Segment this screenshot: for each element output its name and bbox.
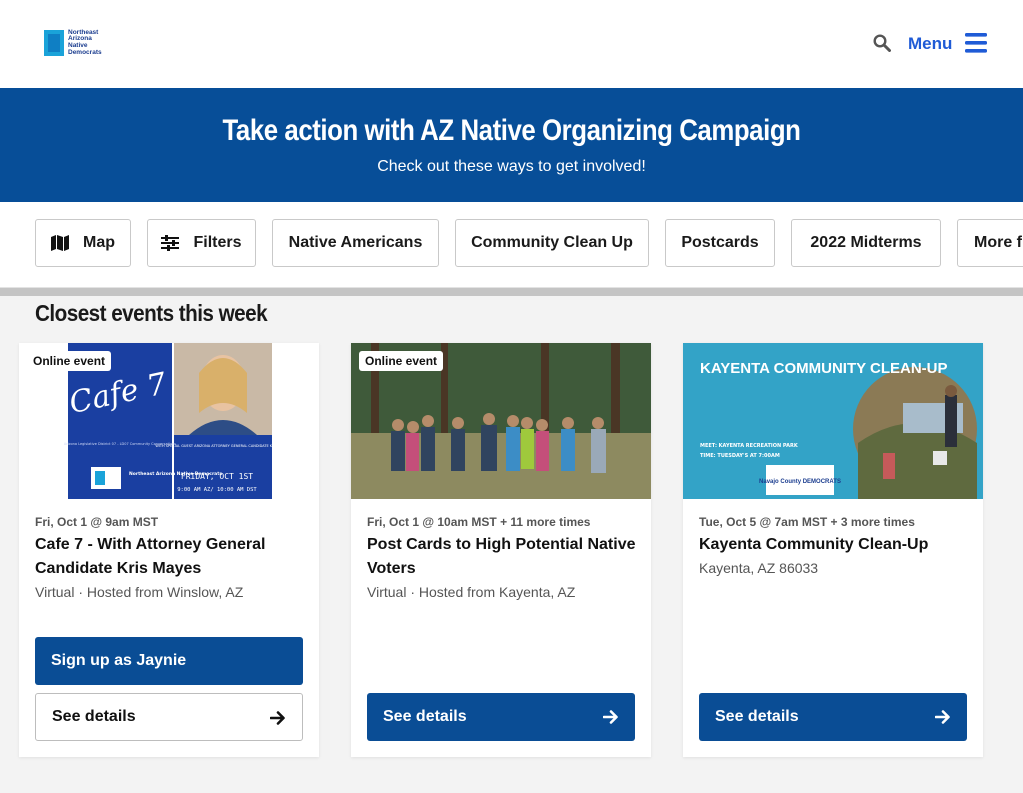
filters-button[interactable]: Filters <box>147 219 256 267</box>
see-details-button[interactable]: See details <box>35 693 303 741</box>
event-image[interactable]: Cafe 7 Arizona Legislative District 07 -… <box>19 343 319 499</box>
event-image[interactable]: Online event <box>351 343 651 499</box>
filter-bar: Map Filters Native Americans Community C… <box>0 202 1023 288</box>
online-event-badge: Online event <box>359 351 444 371</box>
svg-text:TIME: TUESDAY'S AT 7:00AM: TIME: TUESDAY'S AT 7:00AM <box>700 453 780 459</box>
map-button[interactable]: Map <box>35 219 131 267</box>
event-card[interactable]: KAYENTA COMMUNITY CLEAN-UP MEET: KAYENTA… <box>683 343 983 757</box>
org-logo[interactable]: Northeast Arizona Native Democrats <box>44 29 110 57</box>
event-date: Fri, Oct 1 @ 9am MST <box>35 515 159 529</box>
arizona-logo-icon <box>44 30 64 56</box>
map-icon <box>51 235 69 251</box>
arrow-right-icon <box>935 710 950 724</box>
section-divider <box>0 288 1023 296</box>
event-date: Fri, Oct 1 @ 10am MST + 11 more times <box>367 515 591 529</box>
top-nav: Northeast Arizona Native Democrats Menu <box>0 0 1023 88</box>
svg-text:Navajo County DEMOCRATS: Navajo County DEMOCRATS <box>759 479 841 485</box>
filter-chip-community-clean-up[interactable]: Community Clean Up <box>455 219 649 267</box>
svg-text:MEET: KAYENTA RECREATION PARK: MEET: KAYENTA RECREATION PARK <box>700 443 799 449</box>
filter-chip-more[interactable]: More f <box>957 219 1023 267</box>
event-image[interactable]: KAYENTA COMMUNITY CLEAN-UP MEET: KAYENTA… <box>683 343 983 499</box>
event-date: Tue, Oct 5 @ 7am MST + 3 more times <box>699 515 915 529</box>
svg-text:FRIDAY, OCT 1ST: FRIDAY, OCT 1ST <box>181 472 253 481</box>
event-card[interactable]: Online event Fri, Oct 1 @ 10am MST + 11 … <box>351 343 651 757</box>
event-location: Virtual · Hosted from Kayenta, AZ <box>367 584 576 600</box>
event-location: Virtual · Hosted from Winslow, AZ <box>35 584 244 600</box>
banner-title: Take action with AZ Native Organizing Ca… <box>222 114 801 147</box>
sliders-icon <box>161 235 180 251</box>
arrow-right-icon <box>270 711 285 725</box>
banner-subtitle: Check out these ways to get involved! <box>377 158 646 175</box>
online-event-badge: Online event <box>27 351 112 371</box>
event-title[interactable]: Cafe 7 - With Attorney General Candidate… <box>35 533 305 581</box>
search-icon[interactable] <box>873 34 893 54</box>
menu-link[interactable]: Menu <box>908 34 952 54</box>
arrow-right-icon <box>603 710 618 724</box>
event-title[interactable]: Post Cards to High Potential Native Vote… <box>367 533 637 581</box>
hamburger-icon[interactable] <box>964 31 988 55</box>
svg-text:WITH SPECIAL GUEST ARIZONA ATT: WITH SPECIAL GUEST ARIZONA ATTORNEY GENE… <box>155 444 291 448</box>
filter-chip-2022-midterms[interactable]: 2022 Midterms <box>791 219 941 267</box>
see-details-button[interactable]: See details <box>367 693 635 741</box>
hero-banner: Take action with AZ Native Organizing Ca… <box>0 88 1023 202</box>
svg-text:KAYENTA COMMUNITY CLEAN-UP: KAYENTA COMMUNITY CLEAN-UP <box>700 360 948 377</box>
event-card[interactable]: Cafe 7 Arizona Legislative District 07 -… <box>19 343 319 757</box>
event-title[interactable]: Kayenta Community Clean-Up <box>699 533 969 557</box>
filter-chip-postcards[interactable]: Postcards <box>665 219 775 267</box>
sign-up-button[interactable]: Sign up as Jaynie <box>35 637 303 685</box>
svg-text:9:00 AM AZ/ 10:00 AM DST: 9:00 AM AZ/ 10:00 AM DST <box>177 487 257 493</box>
event-location: Kayenta, AZ 86033 <box>699 560 819 576</box>
see-details-button[interactable]: See details <box>699 693 967 741</box>
filter-chip-native-americans[interactable]: Native Americans <box>272 219 439 267</box>
section-title: Closest events this week <box>35 300 268 326</box>
